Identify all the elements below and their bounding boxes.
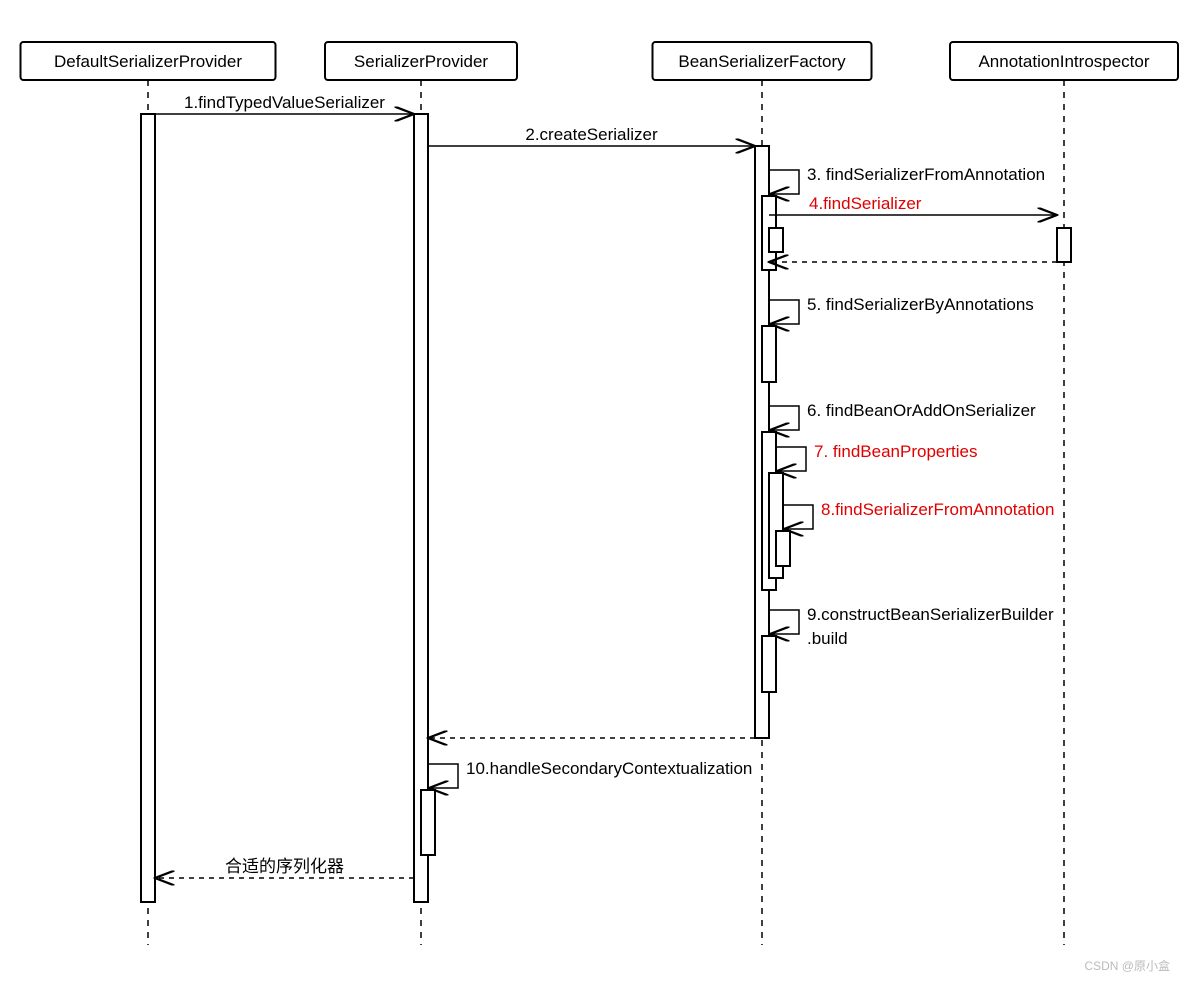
participant-label-sp: SerializerProvider [354, 52, 488, 71]
activation-ai-11 [1057, 228, 1071, 262]
participant-label-dsp: DefaultSerializerProvider [54, 52, 242, 71]
msg-label-5: 5. findSerializerByAnnotations [807, 295, 1034, 314]
self-msg-2 [769, 170, 799, 194]
msg-label-2: 3. findSerializerFromAnnotation [807, 165, 1045, 184]
msg-label-9: 9.constructBeanSerializerBuilder [807, 605, 1054, 624]
sequence-diagram: DefaultSerializerProvider SerializerProvi… [0, 0, 1184, 981]
activation-bsf-6 [762, 326, 776, 382]
participant-label-bsf: BeanSerializerFactory [678, 52, 846, 71]
self-msg-8 [783, 505, 813, 529]
msg-sublabel-9: .build [807, 629, 848, 648]
self-msg-11 [428, 764, 458, 788]
activation-bsf-5 [769, 228, 783, 252]
msg-label-3: 4.findSerializer [809, 194, 922, 213]
self-msg-7 [776, 447, 806, 471]
msg-label-7: 7. findBeanProperties [814, 442, 978, 461]
watermark: CSDN @原小盒 [1084, 958, 1170, 973]
activation-sp-2 [421, 790, 435, 855]
self-msg-5 [769, 300, 799, 324]
msg-label-12: 合适的序列化器 [225, 857, 344, 876]
msg-label-1: 2.createSerializer [525, 125, 658, 144]
activation-sp-1 [414, 114, 428, 902]
activation-dsp-0 [141, 114, 155, 902]
msg-label-8: 8.findSerializerFromAnnotation [821, 500, 1054, 519]
msg-label-11: 10.handleSecondaryContextualization [466, 759, 752, 778]
self-msg-9 [769, 610, 799, 634]
msg-label-6: 6. findBeanOrAddOnSerializer [807, 401, 1036, 420]
activation-bsf-9 [776, 531, 790, 566]
msg-label-0: 1.findTypedValueSerializer [184, 93, 385, 112]
activation-bsf-10 [762, 636, 776, 692]
participant-label-ai: AnnotationIntrospector [978, 52, 1149, 71]
self-msg-6 [769, 406, 799, 430]
